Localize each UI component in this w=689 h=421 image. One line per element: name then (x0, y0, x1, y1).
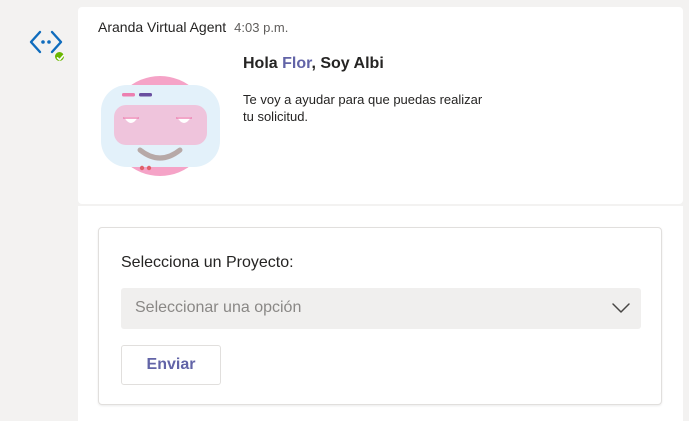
albi-robot-face-icon (100, 69, 222, 183)
form-message-container: Selecciona un Proyecto: Seleccionar una … (78, 206, 683, 421)
chevron-down-icon (612, 303, 630, 313)
presence-status-badge (53, 50, 66, 63)
greeting-prefix: Hola (243, 55, 283, 72)
select-placeholder: Seleccionar una opción (135, 299, 302, 316)
available-check-icon (56, 54, 65, 61)
project-select-label: Selecciona un Proyecto: (121, 254, 294, 271)
submit-button[interactable]: Enviar (121, 345, 221, 385)
intro-text: Te voy a ayudar para que puedas realizar… (243, 92, 483, 124)
sender-name[interactable]: Aranda Virtual Agent (98, 19, 226, 35)
greeting-heading: Hola Flor, Soy Albi (243, 55, 384, 73)
project-form-card: Selecciona un Proyecto: Seleccionar una … (98, 227, 662, 405)
greeting-suffix: , Soy Albi (311, 55, 384, 72)
message-header: Aranda Virtual Agent 4:03 p.m. (98, 19, 288, 35)
user-name: Flor (282, 55, 312, 72)
message-timestamp: 4:03 p.m. (234, 20, 289, 35)
bot-message-card: Aranda Virtual Agent 4:03 p.m. Hola Flor (78, 7, 683, 204)
project-select[interactable]: Seleccionar una opción (121, 288, 641, 329)
